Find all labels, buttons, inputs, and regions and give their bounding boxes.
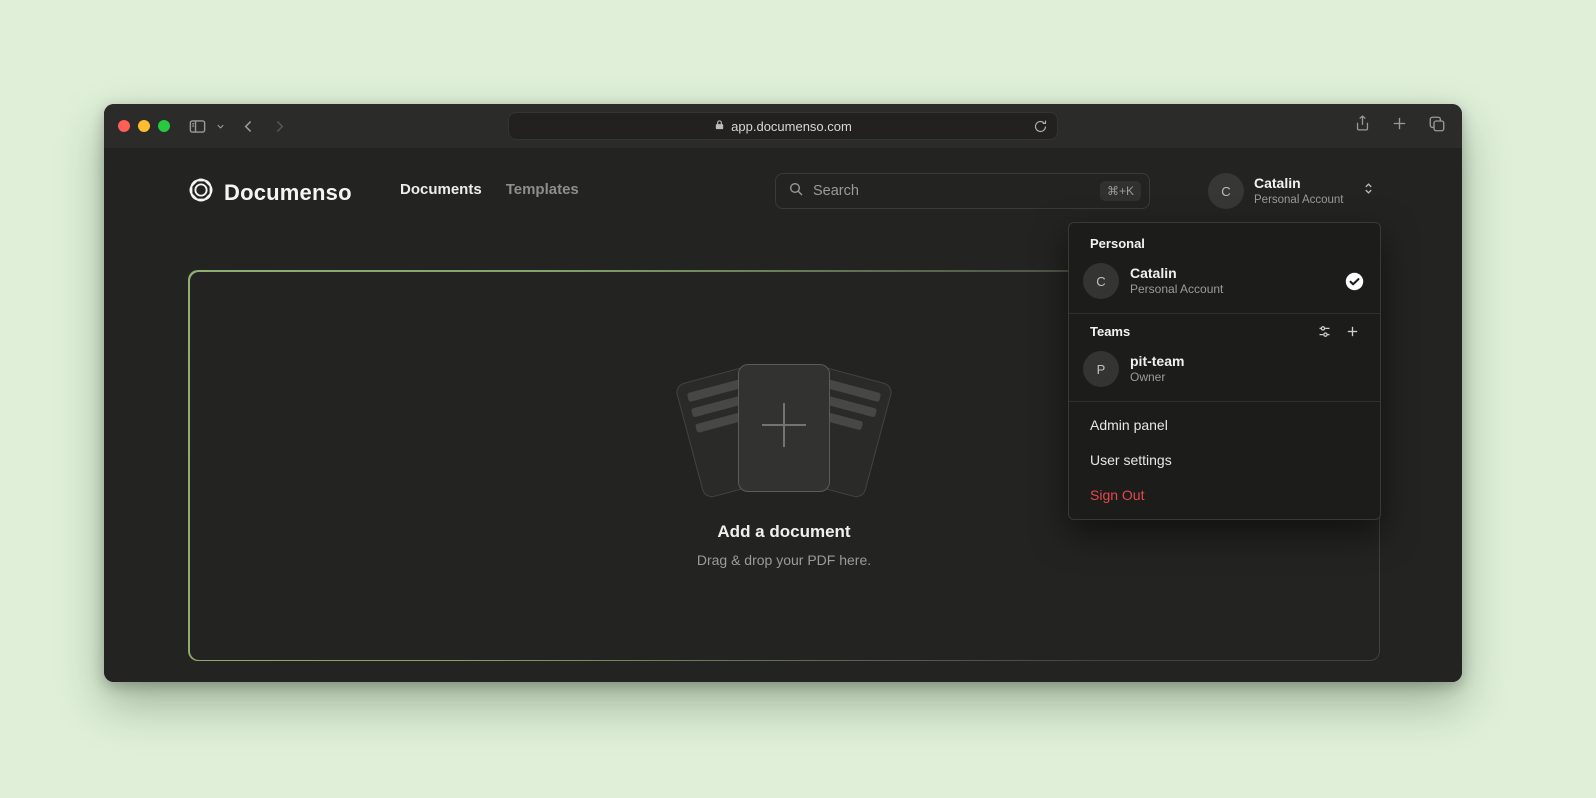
chevron-down-icon[interactable] xyxy=(215,121,226,132)
desktop-background: app.documenso.com xyxy=(0,0,1596,798)
documenso-logo xyxy=(188,177,214,208)
search-icon xyxy=(788,181,804,202)
personal-account-subtitle: Personal Account xyxy=(1130,282,1223,298)
plus-icon xyxy=(760,401,808,454)
menu-item-admin-panel[interactable]: Admin panel xyxy=(1069,408,1380,443)
sidebar-toggle-icon[interactable] xyxy=(188,117,207,136)
search-input[interactable] xyxy=(813,183,1091,199)
menu-separator xyxy=(1069,401,1380,402)
dropzone-subtitle: Drag & drop your PDF here. xyxy=(697,552,871,568)
search-field[interactable]: ⌘+K xyxy=(775,173,1150,209)
browser-window: app.documenso.com xyxy=(104,104,1462,682)
brand-name: Documenso xyxy=(224,180,352,206)
avatar: C xyxy=(1083,263,1119,299)
forward-icon[interactable] xyxy=(271,118,288,135)
nav-templates[interactable]: Templates xyxy=(506,181,579,198)
dropzone-title: Add a document xyxy=(717,522,850,542)
team-preferences-icon[interactable] xyxy=(1317,324,1332,339)
check-circle-icon xyxy=(1345,272,1364,291)
toolbar-left xyxy=(188,117,288,136)
document-cards-graphic xyxy=(674,364,894,496)
menu-separator xyxy=(1069,313,1380,314)
personal-heading-label: Personal xyxy=(1090,236,1145,251)
tab-overview-icon[interactable] xyxy=(1428,115,1446,138)
personal-account-item[interactable]: C Catalin Personal Account xyxy=(1069,255,1380,308)
menu-item-user-settings[interactable]: User settings xyxy=(1069,443,1380,478)
personal-account-name: Catalin xyxy=(1130,264,1223,282)
address-bar-url: app.documenso.com xyxy=(731,119,852,134)
chevrons-up-down-icon xyxy=(1362,181,1375,201)
teams-section-heading: Teams xyxy=(1069,320,1380,343)
new-tab-icon[interactable] xyxy=(1391,115,1408,137)
reload-icon[interactable] xyxy=(1033,119,1048,137)
account-menu-button[interactable]: C Catalin Personal Account xyxy=(1208,173,1375,209)
team-role: Owner xyxy=(1130,370,1184,386)
back-icon[interactable] xyxy=(240,118,257,135)
account-name: Catalin xyxy=(1254,175,1344,193)
close-window-button[interactable] xyxy=(118,120,130,132)
team-avatar: P xyxy=(1083,351,1119,387)
nav-documents[interactable]: Documents xyxy=(400,181,482,198)
zoom-window-button[interactable] xyxy=(158,120,170,132)
main-nav: Documents Templates xyxy=(400,181,579,198)
document-card-add xyxy=(738,364,830,492)
browser-viewport: Documenso Documents Templates ⌘+K C Cata… xyxy=(104,148,1462,682)
lock-icon xyxy=(714,119,725,134)
share-icon[interactable] xyxy=(1354,114,1371,138)
add-team-icon[interactable] xyxy=(1345,324,1360,339)
teams-heading-label: Teams xyxy=(1090,324,1130,339)
personal-section-heading: Personal xyxy=(1069,232,1380,255)
avatar: C xyxy=(1208,173,1244,209)
toolbar-right xyxy=(1354,104,1446,148)
brand[interactable]: Documenso xyxy=(188,177,352,208)
window-controls xyxy=(118,120,170,132)
team-name: pit-team xyxy=(1130,352,1184,370)
account-type: Personal Account xyxy=(1254,193,1344,207)
menu-item-sign-out[interactable]: Sign Out xyxy=(1069,478,1380,513)
search-shortcut-badge: ⌘+K xyxy=(1100,181,1141,201)
address-bar[interactable]: app.documenso.com xyxy=(508,112,1058,140)
browser-titlebar: app.documenso.com xyxy=(104,104,1462,148)
account-dropdown-menu: Personal C Catalin Personal Account Team… xyxy=(1068,222,1381,520)
minimize-window-button[interactable] xyxy=(138,120,150,132)
team-item[interactable]: P pit-team Owner xyxy=(1069,343,1380,396)
